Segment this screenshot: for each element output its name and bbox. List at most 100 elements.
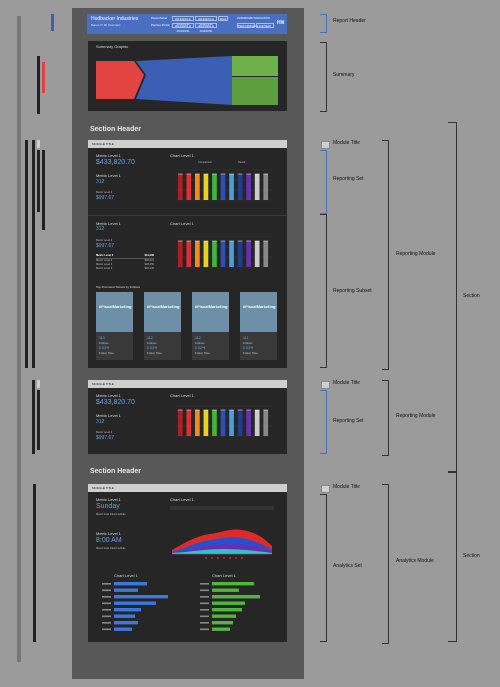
bar [203,410,209,436]
summary-indicator-dark [37,56,40,114]
bar [220,410,226,436]
m1-bar-chart [176,169,272,201]
hbar [212,621,233,625]
m2-metric2-label: Metric Level 1 [96,413,121,418]
m1s-chart-title: Chart Level 1 [170,221,194,226]
report-header: Hudbacker Industries Bacon IT MI Overvie… [87,14,287,34]
label-analytics-module: Analytics Module [396,558,434,564]
m3-metric2-note: Metric level linked subtitle [96,547,126,550]
previous-period-label: Previous Period [151,24,170,27]
summary-module: Summary Graphic [88,41,287,111]
date-a[interactable]: 2013/11/01 to 2013/11/30 [172,16,194,26]
label-reporting-module-2: Reporting Module [396,413,436,419]
m1-divider [88,215,287,216]
hbar-label [200,596,209,598]
bar [237,174,243,200]
card-value: 111 [243,336,249,340]
promo-card-2[interactable]: #FiscalMarketing 112 Follows 0.03% Follo… [144,292,181,360]
m2-chart-title: Chart Level 1 [170,393,194,398]
bar [229,241,234,267]
bracket-section-1 [448,122,457,472]
hbar-left-chart [102,582,168,631]
nav-performance-button[interactable]: PERFORMANCE [237,23,258,28]
summary-red-shape [96,61,144,99]
date-c[interactable]: 2013/10/01 to 2013/10/31 [172,23,194,33]
m1-metric1-label: Metric Level 1 [96,153,121,158]
card-image [96,292,133,332]
bar [254,241,260,267]
card-rate: 0.02% [195,346,206,350]
hbar-label [102,583,111,585]
module2-set-ind [37,390,40,450]
ann-swatch-title-3 [321,485,330,493]
area-markers [205,557,243,559]
hbar-right-title: Chart Level 1 [212,573,236,578]
hbar [212,608,242,612]
promo-card-4[interactable]: #FiscalMarketing 111 Follows 0.03% Follo… [240,292,277,360]
summary-blue-shape [136,56,232,105]
module2-bar [32,380,35,454]
nav-content-button[interactable]: CONTENT [256,23,274,28]
module1-bar [32,140,35,368]
hbar [212,601,245,605]
section1-bar [25,140,28,368]
card-brand: #FiscalMarketing [195,304,228,309]
bar [254,410,260,436]
bracket-reporting-set-1 [320,150,327,214]
bar [212,241,217,267]
hbar-label [102,602,111,605]
m1-metric3-label: Metric Level 2 [96,191,113,194]
hbar-label [102,609,111,611]
date-b[interactable]: 2013/11/01 to 2013/11/30 [195,16,217,26]
analytics-module: MODULE TITLE Metric Level 1 Sunday Metri… [88,484,287,642]
m1s-bar-chart [176,236,272,268]
module2-title-ind [37,380,40,388]
card-label: Follows [243,341,253,345]
m1s-metric2-value: $997.67 [96,243,115,249]
promo-title: Top Promoted Tweets by Follows [96,285,140,289]
header-indicator [51,14,54,31]
m2-metric3-value: $997.67 [96,435,115,441]
date-d[interactable]: 2013/10/01 to 2013/10/31 [195,23,217,33]
bar [195,174,200,200]
card-rate: 0.03% [99,346,110,350]
subset-ind [42,150,45,230]
bar [229,410,234,436]
label-reporting-set-2: Reporting Set [333,418,364,424]
bracket-analytics-set [320,494,327,642]
week-button[interactable]: Week [218,16,228,21]
bracket-reporting-set-2 [320,390,327,454]
promo-card-1[interactable]: #FiscalMarketing 113 Follows 0.03% Follo… [96,292,133,360]
hbar-label [200,615,209,618]
m1-metric2-label: Metric Level 1 [96,173,121,178]
module1-title-ind [37,140,40,148]
module-title-2: MODULE TITLE [88,380,287,388]
promo-card-3[interactable]: #FiscalMarketing 112 Follows 0.02% Follo… [192,292,229,360]
hbar [114,608,141,612]
m1-metric2-value: 312 [96,179,105,185]
card-rate-label: Follow Rate [99,351,114,355]
card-brand: #FiscalMarketing [99,304,132,309]
module-title-1: MODULE TITLE [88,140,287,148]
area-legend-bar [170,506,274,510]
section2-bar [33,484,36,642]
hbar-label [200,622,209,624]
m2-metric1-label: Metric Level 1 [96,393,121,398]
m3-area-chart [170,506,274,559]
hbar [212,582,254,586]
hbar [212,595,260,599]
bracket-reporting-module-1 [382,140,389,370]
hbar-label [102,628,111,631]
card-value: 112 [147,336,153,340]
summary-green-bottom [232,77,278,105]
section-header-2: Section Header [90,468,141,475]
report-subtitle: Bacon IT MI Overview [91,23,121,27]
bar [246,241,251,267]
bar [237,241,243,267]
card-rate-label: Follow Rate [243,351,258,355]
card-rate: 0.03% [147,346,158,350]
hbar-left-title: Chart Level 1 [114,573,138,578]
label-reporting-subset: Reporting Subset [333,288,372,294]
bar [186,174,192,200]
m1-chart-title: Chart Level 1 [170,153,194,158]
